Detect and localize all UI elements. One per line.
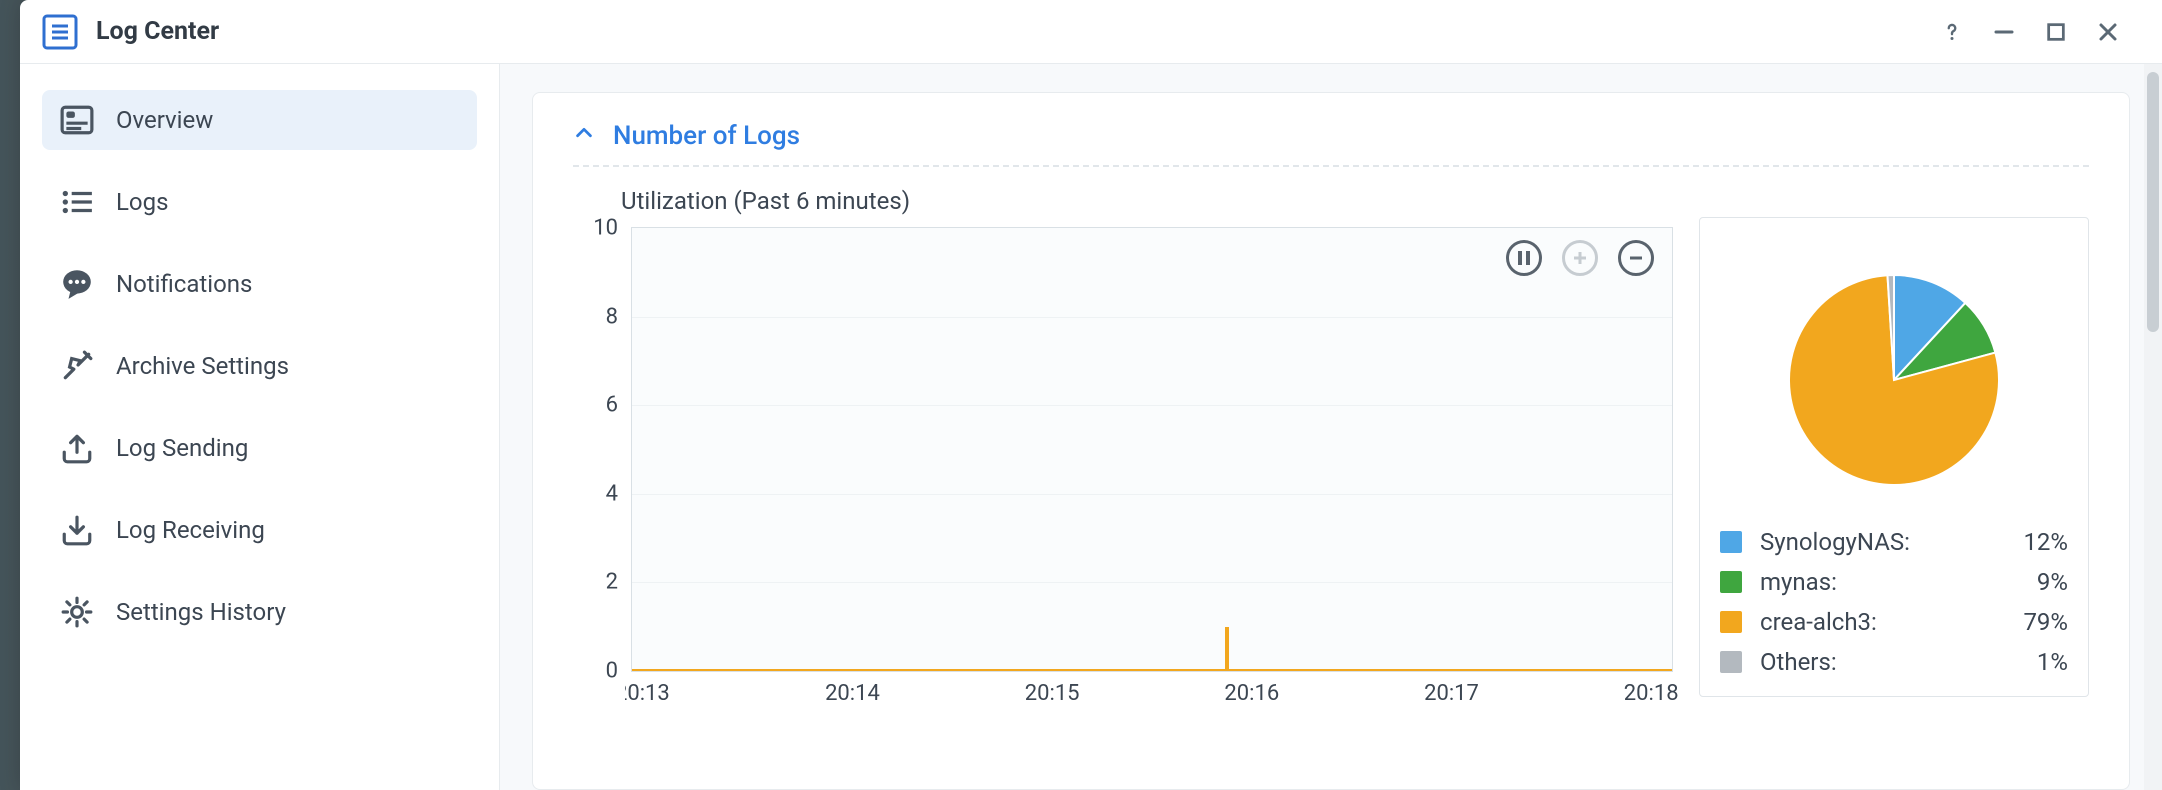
app-icon — [42, 14, 78, 50]
x-axis-tick: 20:18 — [1624, 671, 1679, 706]
sidebar-item-label: Notifications — [116, 270, 252, 298]
logs-icon — [60, 185, 94, 219]
chevron-up-icon — [573, 121, 595, 151]
sidebar-item-label: Logs — [116, 188, 168, 216]
help-button[interactable] — [1926, 6, 1978, 58]
y-axis-tick: 8 — [606, 304, 632, 329]
legend-row: SynologyNAS:12% — [1720, 528, 2068, 556]
legend-label: mynas: — [1760, 568, 2037, 596]
sidebar: Overview Logs Notifications Archive Sett… — [20, 64, 500, 790]
log-sending-icon — [60, 431, 94, 465]
legend-swatch — [1720, 531, 1742, 553]
sidebar-item-archive-settings[interactable]: Archive Settings — [42, 336, 477, 396]
legend-label: SynologyNAS: — [1760, 528, 2023, 556]
sidebar-item-label: Overview — [116, 106, 213, 134]
sidebar-item-label: Log Receiving — [116, 516, 265, 544]
legend-row: crea-alch3:79% — [1720, 608, 2068, 636]
sidebar-item-overview[interactable]: Overview — [42, 90, 477, 150]
sidebar-item-log-receiving[interactable]: Log Receiving — [42, 500, 477, 560]
sidebar-item-log-sending[interactable]: Log Sending — [42, 418, 477, 478]
sidebar-item-label: Archive Settings — [116, 352, 289, 380]
legend-row: Others:1% — [1720, 648, 2068, 676]
settings-history-icon — [60, 595, 94, 629]
sidebar-item-settings-history[interactable]: Settings History — [42, 582, 477, 642]
legend-value: 9% — [2037, 568, 2068, 596]
line-series — [632, 669, 1672, 671]
maximize-button[interactable] — [2030, 6, 2082, 58]
y-axis-tick: 4 — [606, 481, 632, 506]
legend-value: 79% — [2023, 608, 2068, 636]
notifications-icon — [60, 267, 94, 301]
utilization-line-chart: 024681020:1320:1420:1520:1620:1720:18 — [573, 217, 1673, 697]
chart-zoom-in-button[interactable] — [1562, 240, 1598, 276]
window-title: Log Center — [96, 17, 219, 46]
section-title: Number of Logs — [613, 121, 800, 151]
legend-swatch — [1720, 651, 1742, 673]
x-axis-tick: 20:14 — [825, 671, 880, 706]
legend-label: crea-alch3: — [1760, 608, 2023, 636]
x-axis-tick: 20:16 — [1224, 671, 1279, 706]
chart-zoom-out-button[interactable] — [1618, 240, 1654, 276]
chart-pause-button[interactable] — [1506, 240, 1542, 276]
sidebar-item-label: Settings History — [116, 598, 286, 626]
legend-value: 12% — [2023, 528, 2068, 556]
sidebar-item-notifications[interactable]: Notifications — [42, 254, 477, 314]
overview-icon — [60, 103, 94, 137]
legend-label: Others: — [1760, 648, 2037, 676]
titlebar: Log Center — [20, 0, 2162, 64]
log-receiving-icon — [60, 513, 94, 547]
line-spike — [1225, 627, 1229, 671]
legend-row: mynas:9% — [1720, 568, 2068, 596]
legend-value: 1% — [2037, 648, 2068, 676]
legend-swatch — [1720, 611, 1742, 633]
close-button[interactable] — [2082, 6, 2134, 58]
section-toggle-number-of-logs[interactable]: Number of Logs — [573, 121, 2089, 167]
x-axis-tick: 20:17 — [1424, 671, 1479, 706]
log-distribution-pie-chart: SynologyNAS:12% mynas:9% crea-alch3:79% Oth… — [1699, 217, 2089, 697]
content-area: Number of Logs Utilization (Past 6 minut… — [500, 64, 2162, 790]
sidebar-item-label: Log Sending — [116, 434, 248, 462]
app-window: Log Center Overview — [20, 0, 2162, 790]
x-axis-tick: 20:15 — [1025, 671, 1080, 706]
y-axis-tick: 6 — [606, 393, 632, 418]
minimize-button[interactable] — [1978, 6, 2030, 58]
archive-settings-icon — [60, 349, 94, 383]
overview-panel: Number of Logs Utilization (Past 6 minut… — [532, 92, 2130, 790]
scrollbar-thumb[interactable] — [2147, 72, 2159, 332]
y-axis-tick: 10 — [593, 216, 632, 241]
vertical-scrollbar[interactable] — [2144, 64, 2162, 790]
chart-subtitle: Utilization (Past 6 minutes) — [621, 187, 2089, 215]
sidebar-item-logs[interactable]: Logs — [42, 172, 477, 232]
y-axis-tick: 2 — [606, 570, 632, 595]
legend-swatch — [1720, 571, 1742, 593]
